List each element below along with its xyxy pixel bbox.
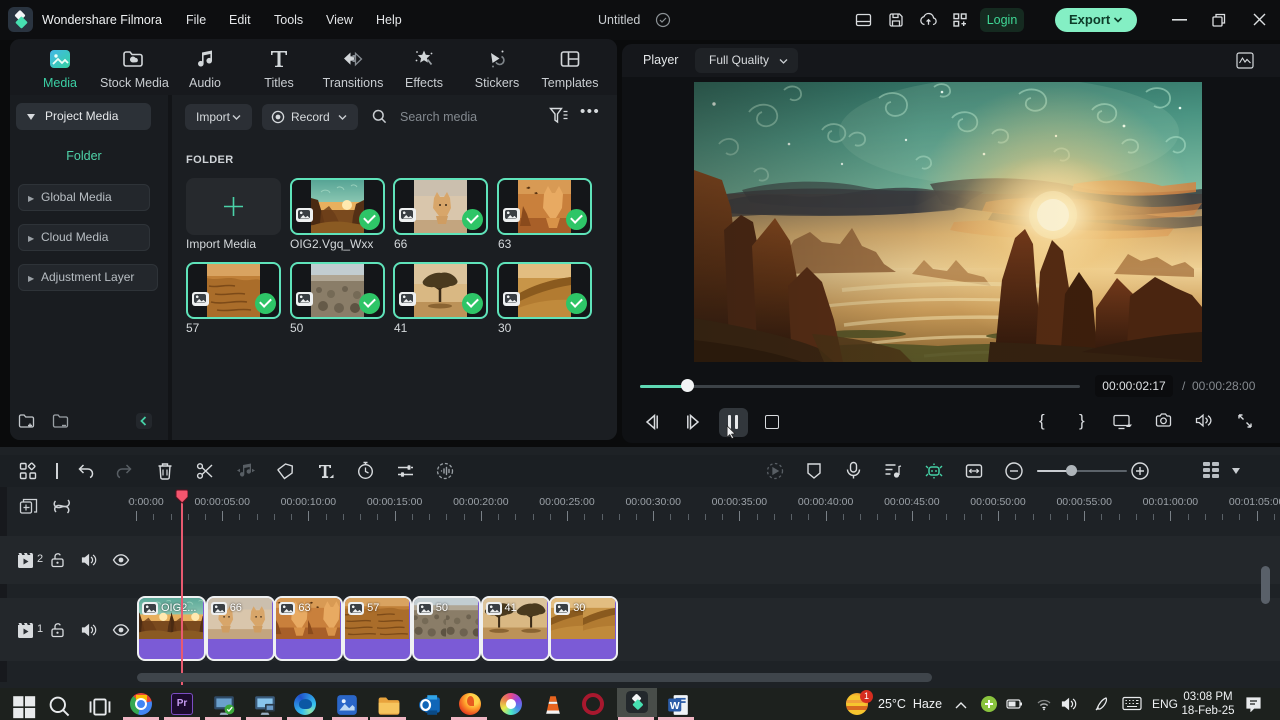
- svg-text:W: W: [670, 701, 680, 712]
